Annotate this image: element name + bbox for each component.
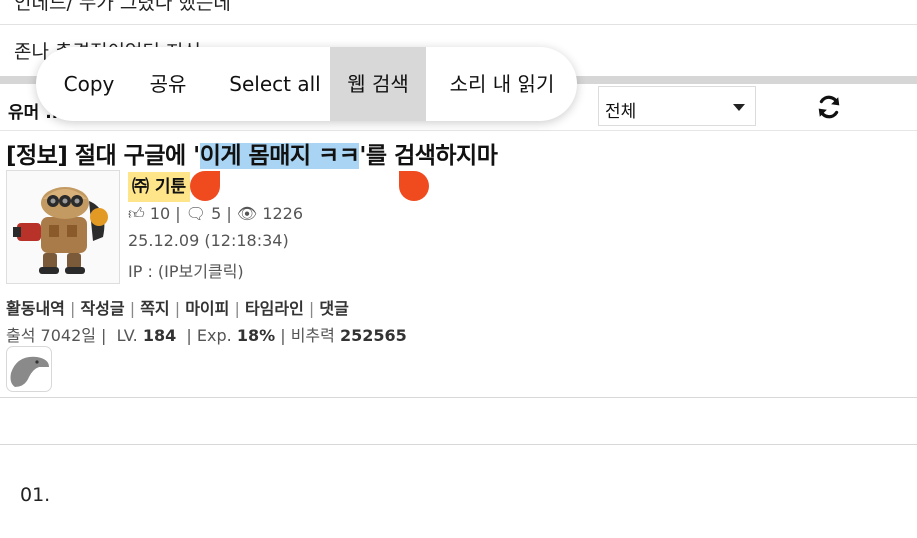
level-label: LV. (116, 326, 138, 345)
text-selection-menu: Copy 공유 Select all 웹 검색 소리 내 읽기 (36, 47, 577, 121)
author-avatar[interactable] (6, 170, 120, 284)
power-label: 비추력 (290, 326, 335, 345)
link-message[interactable]: 쪽지 (140, 299, 169, 318)
selected-text[interactable]: 이게 몸매지 ㅋㅋ (199, 143, 360, 169)
ip-link[interactable]: IP : (IP보기클릭) (128, 258, 244, 282)
post-title[interactable]: [정보] 절대 구글에 '이게 몸매지 ㅋㅋ'를 검색하지마 (6, 136, 498, 170)
menu-copy[interactable]: Copy (50, 47, 128, 121)
dolphin-icon (10, 356, 49, 387)
exp-value: 18% (236, 326, 276, 345)
post-stats: 👍︎ 10 | 🗨︎ 5 | 👁︎ 1226 (128, 204, 304, 223)
comments-count: 5 (211, 204, 222, 223)
user-badge[interactable] (6, 346, 52, 392)
author-name[interactable]: ㈜ 기툰 (128, 172, 191, 202)
title-text-after: '를 검색하지마 (359, 143, 498, 169)
filter-value: 전체 (605, 102, 637, 122)
previous-post-text: 인데드/ 누가 그렸다 했는데 (14, 0, 231, 14)
level-value: 184 (142, 326, 177, 345)
post-date: 25.12.09 (12:18:34) (128, 231, 289, 250)
link-mypi[interactable]: 마이피 (185, 299, 229, 318)
comment-icon: 🗨︎ (185, 204, 207, 223)
link-posts[interactable]: 작성글 (80, 299, 124, 318)
title-text-before: [정보] 절대 구글에 ' (6, 143, 200, 169)
link-timeline[interactable]: 타임라인 (245, 299, 304, 318)
exp-label: Exp. (196, 326, 232, 345)
refresh-button[interactable] (812, 90, 846, 124)
link-comments[interactable]: 댓글 (319, 299, 348, 318)
attendance: 출석 7042일 (6, 326, 96, 345)
author-level-info: 출석 7042일 | LV. 184 | Exp. 18% | 비추력 2525… (6, 326, 407, 345)
filter-select[interactable]: 전체 (598, 86, 756, 126)
link-activity[interactable]: 활동내역 (6, 299, 65, 318)
divider (0, 444, 917, 445)
likes-count: 10 (149, 204, 171, 223)
avatar-image (13, 187, 108, 274)
selection-start-handle[interactable] (190, 171, 220, 201)
post-body-first-line: 01. (20, 484, 51, 506)
menu-share[interactable]: 공유 (136, 47, 200, 121)
views-count: 1226 (262, 204, 304, 223)
refresh-icon (818, 95, 840, 119)
author-links: 활동내역 | 작성글 | 쪽지 | 마이피 | 타임라인 | 댓글 (6, 299, 349, 318)
menu-web-search[interactable]: 웹 검색 (330, 47, 426, 121)
thumbs-up-icon: 👍︎ (128, 204, 145, 223)
eye-icon: 👁︎ (236, 204, 258, 223)
power-value: 252565 (339, 326, 407, 345)
divider (0, 397, 917, 398)
previous-post-row[interactable]: 인데드/ 누가 그렸다 했는데 (0, 0, 917, 25)
selection-end-handle[interactable] (399, 171, 429, 201)
menu-read-aloud[interactable]: 소리 내 읽기 (438, 47, 566, 121)
menu-select-all[interactable]: Select all (212, 47, 338, 121)
chevron-down-icon (733, 104, 745, 111)
